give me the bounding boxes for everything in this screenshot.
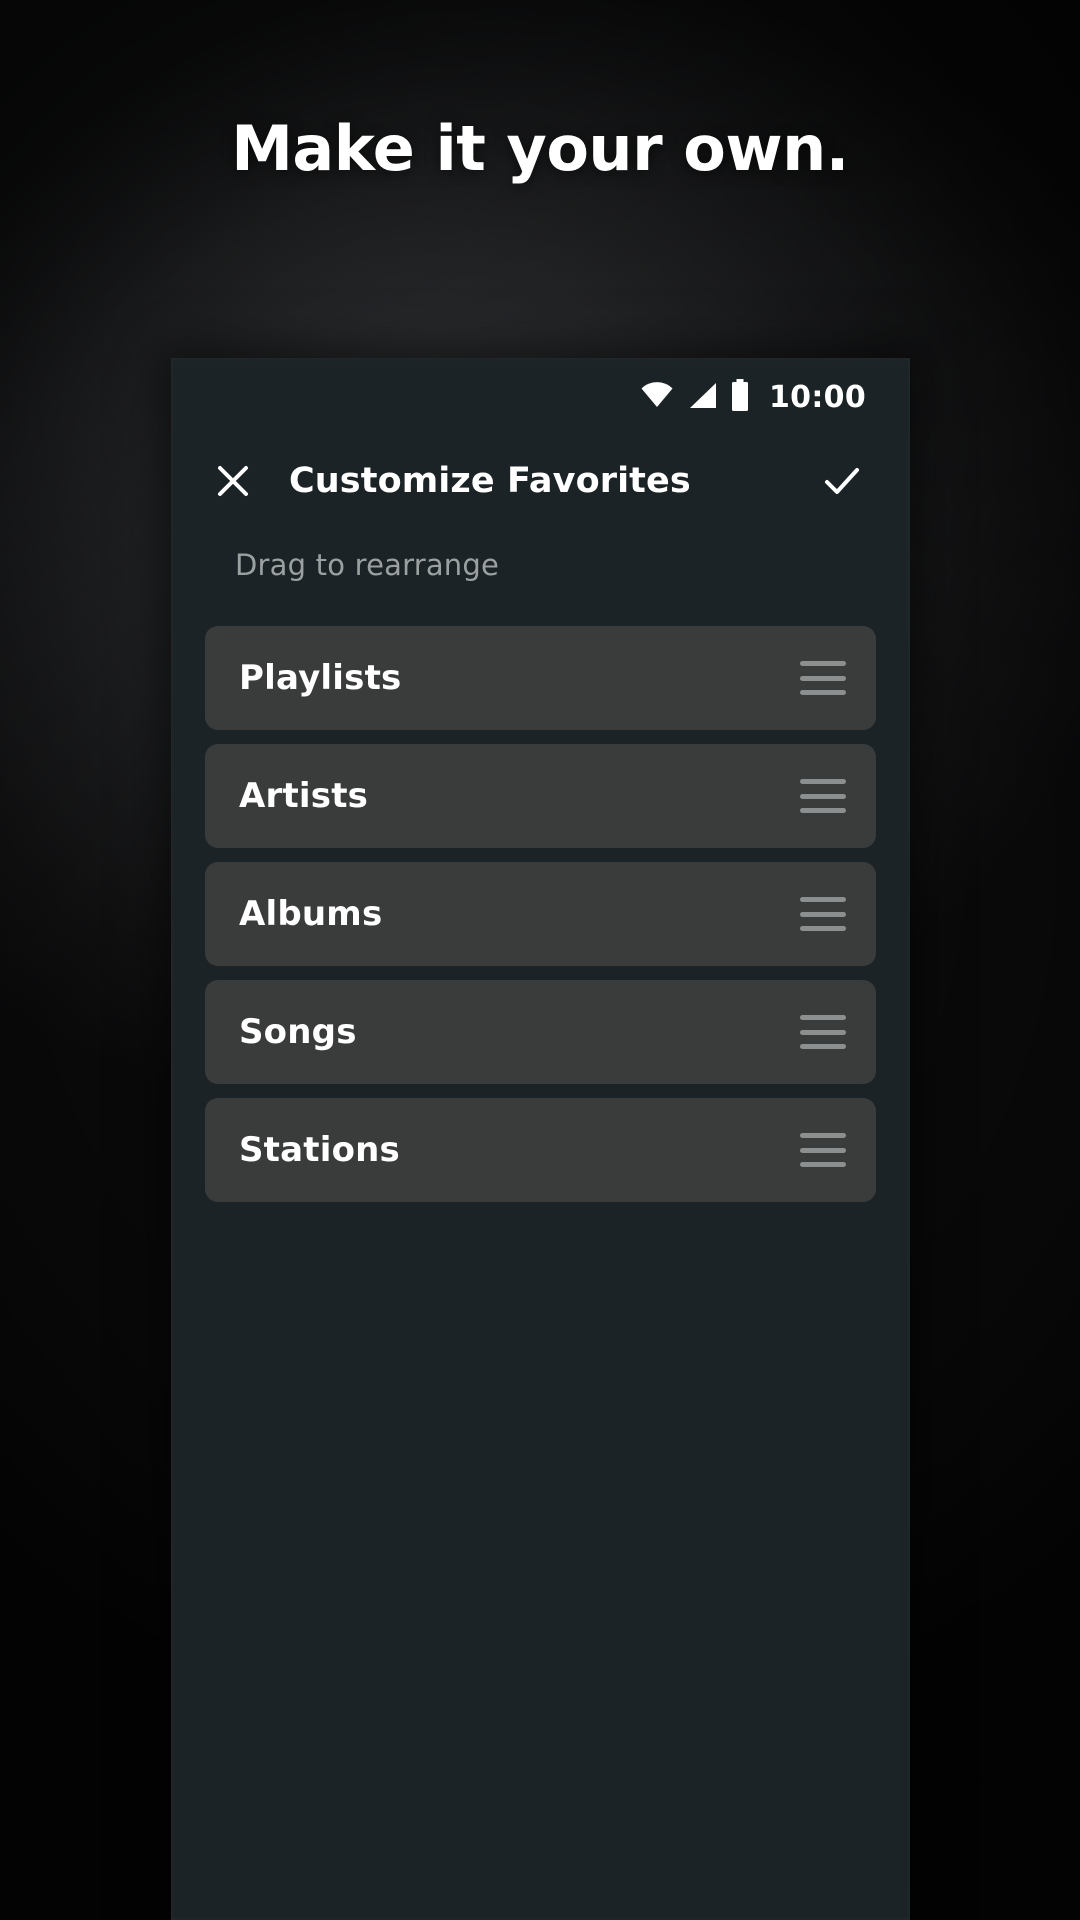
- promo-headline: Make it your own.: [231, 112, 849, 185]
- cellular-signal-icon: [687, 382, 717, 413]
- list-item[interactable]: Stations: [205, 1098, 876, 1202]
- list-item-label: Playlists: [239, 658, 402, 698]
- promo-screenshot: Make it your own. 10:00 Customize Favori…: [0, 0, 1080, 1920]
- check-icon: [825, 468, 859, 494]
- list-item[interactable]: Artists: [205, 744, 876, 848]
- list-item[interactable]: Songs: [205, 980, 876, 1084]
- phone-mockup: 10:00 Customize Favorites Drag to rearra…: [171, 358, 910, 1920]
- done-button[interactable]: [814, 453, 870, 509]
- close-button[interactable]: [205, 453, 261, 509]
- wifi-icon: [640, 382, 674, 412]
- status-bar: 10:00: [171, 358, 910, 436]
- drag-handle-icon[interactable]: [800, 661, 846, 695]
- drag-handle-icon[interactable]: [800, 779, 846, 813]
- drag-handle-icon[interactable]: [800, 897, 846, 931]
- list-item[interactable]: Playlists: [205, 626, 876, 730]
- status-bar-clock: 10:00: [769, 379, 866, 415]
- favorites-list: Playlists Artists Albums Songs Stations: [171, 626, 910, 1202]
- instruction-text: Drag to rearrange: [235, 548, 500, 582]
- drag-handle-icon[interactable]: [800, 1015, 846, 1049]
- list-item-label: Albums: [239, 894, 383, 934]
- battery-full-icon: [730, 379, 750, 415]
- list-item-label: Songs: [239, 1012, 357, 1052]
- list-item-label: Stations: [239, 1130, 400, 1170]
- list-item[interactable]: Albums: [205, 862, 876, 966]
- list-item-label: Artists: [239, 776, 369, 816]
- close-icon: [218, 466, 248, 496]
- app-bar: Customize Favorites: [171, 436, 910, 526]
- drag-handle-icon[interactable]: [800, 1133, 846, 1167]
- page-title: Customize Favorites: [289, 461, 691, 501]
